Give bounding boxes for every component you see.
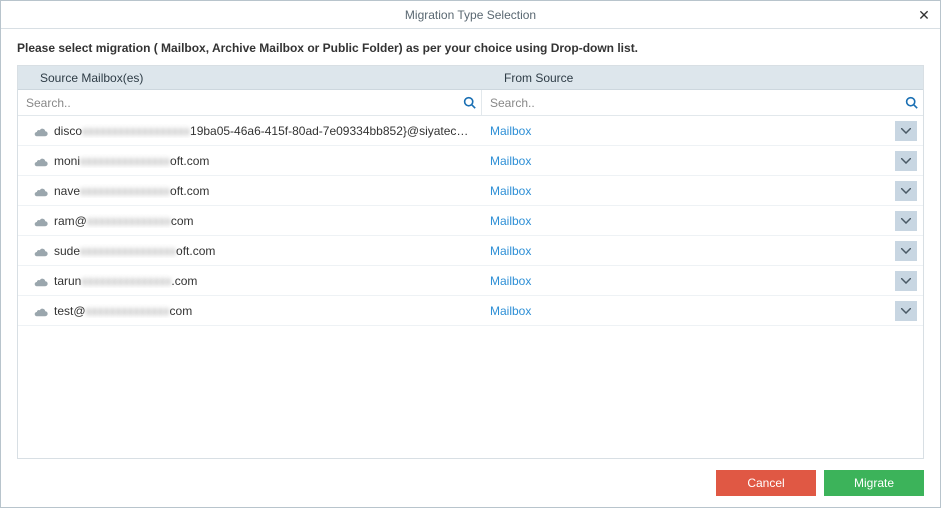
cell-from-source: Mailbox	[482, 146, 923, 175]
search-row	[18, 90, 923, 116]
mailbox-address: tarunxxxxxxxxxxxxxxx.com	[54, 274, 197, 288]
from-source-dropdown[interactable]	[895, 211, 917, 231]
cell-mailbox: sudexxxxxxxxxxxxxxxxoft.com	[18, 236, 482, 265]
table-row[interactable]: sudexxxxxxxxxxxxxxxxoft.com Mailbox	[18, 236, 923, 266]
from-source-value: Mailbox	[490, 214, 531, 228]
mailbox-address: test@xxxxxxxxxxxxxxcom	[54, 304, 192, 318]
mailbox-address: discoxxxxxxxxxxxxxxxxxx19ba05-46a6-415f-…	[54, 124, 474, 138]
search-icon[interactable]	[899, 96, 923, 109]
cell-mailbox: test@xxxxxxxxxxxxxxcom	[18, 296, 482, 325]
mailbox-address: ram@xxxxxxxxxxxxxxcom	[54, 214, 194, 228]
cell-from-source: Mailbox	[482, 116, 923, 145]
table-row[interactable]: discoxxxxxxxxxxxxxxxxxx19ba05-46a6-415f-…	[18, 116, 923, 146]
cloud-icon	[34, 186, 48, 196]
from-source-dropdown[interactable]	[895, 121, 917, 141]
title-bar: Migration Type Selection ✕	[1, 1, 940, 29]
cloud-icon	[34, 246, 48, 256]
search-cell-mailboxes	[18, 90, 482, 115]
cancel-button[interactable]: Cancel	[716, 470, 816, 496]
from-source-value: Mailbox	[490, 244, 531, 258]
table-row[interactable]: tarunxxxxxxxxxxxxxxx.com Mailbox	[18, 266, 923, 296]
rows-container: discoxxxxxxxxxxxxxxxxxx19ba05-46a6-415f-…	[18, 116, 923, 458]
migrate-button[interactable]: Migrate	[824, 470, 924, 496]
from-source-value: Mailbox	[490, 154, 531, 168]
search-icon[interactable]	[457, 96, 481, 109]
mailbox-grid: Source Mailbox(es) From Source discoxxxx…	[17, 65, 924, 459]
col-header-from-source[interactable]: From Source	[482, 66, 923, 89]
from-source-dropdown[interactable]	[895, 301, 917, 321]
cell-from-source: Mailbox	[482, 206, 923, 235]
cloud-icon	[34, 306, 48, 316]
table-row[interactable]: ram@xxxxxxxxxxxxxxcom Mailbox	[18, 206, 923, 236]
from-source-dropdown[interactable]	[895, 151, 917, 171]
close-button[interactable]: ✕	[914, 5, 934, 25]
search-cell-fromsource	[482, 90, 923, 115]
search-input-fromsource[interactable]	[482, 90, 899, 115]
from-source-value: Mailbox	[490, 124, 531, 138]
cell-mailbox: navexxxxxxxxxxxxxxxoft.com	[18, 176, 482, 205]
from-source-value: Mailbox	[490, 304, 531, 318]
cloud-icon	[34, 216, 48, 226]
cloud-icon	[34, 126, 48, 136]
cloud-icon	[34, 276, 48, 286]
cell-from-source: Mailbox	[482, 236, 923, 265]
window-title: Migration Type Selection	[405, 8, 536, 22]
search-input-mailboxes[interactable]	[18, 90, 457, 115]
dialog-window: Migration Type Selection ✕ Please select…	[0, 0, 941, 508]
cell-mailbox: tarunxxxxxxxxxxxxxxx.com	[18, 266, 482, 295]
cell-from-source: Mailbox	[482, 266, 923, 295]
table-row[interactable]: navexxxxxxxxxxxxxxxoft.com Mailbox	[18, 176, 923, 206]
instruction-text: Please select migration ( Mailbox, Archi…	[1, 29, 940, 65]
grid-header: Source Mailbox(es) From Source	[18, 66, 923, 90]
cell-mailbox: ram@xxxxxxxxxxxxxxcom	[18, 206, 482, 235]
table-row[interactable]: monixxxxxxxxxxxxxxxoft.com Mailbox	[18, 146, 923, 176]
cell-mailbox: monixxxxxxxxxxxxxxxoft.com	[18, 146, 482, 175]
mailbox-address: navexxxxxxxxxxxxxxxoft.com	[54, 184, 209, 198]
from-source-value: Mailbox	[490, 184, 531, 198]
from-source-dropdown[interactable]	[895, 241, 917, 261]
from-source-dropdown[interactable]	[895, 271, 917, 291]
mailbox-address: monixxxxxxxxxxxxxxxoft.com	[54, 154, 209, 168]
mailbox-address: sudexxxxxxxxxxxxxxxxoft.com	[54, 244, 215, 258]
from-source-dropdown[interactable]	[895, 181, 917, 201]
table-row[interactable]: test@xxxxxxxxxxxxxxcom Mailbox	[18, 296, 923, 326]
cell-from-source: Mailbox	[482, 296, 923, 325]
dialog-footer: Cancel Migrate	[1, 459, 940, 507]
from-source-value: Mailbox	[490, 274, 531, 288]
col-header-source-mailboxes[interactable]: Source Mailbox(es)	[18, 66, 482, 89]
cell-from-source: Mailbox	[482, 176, 923, 205]
cloud-icon	[34, 156, 48, 166]
cell-mailbox: discoxxxxxxxxxxxxxxxxxx19ba05-46a6-415f-…	[18, 116, 482, 145]
